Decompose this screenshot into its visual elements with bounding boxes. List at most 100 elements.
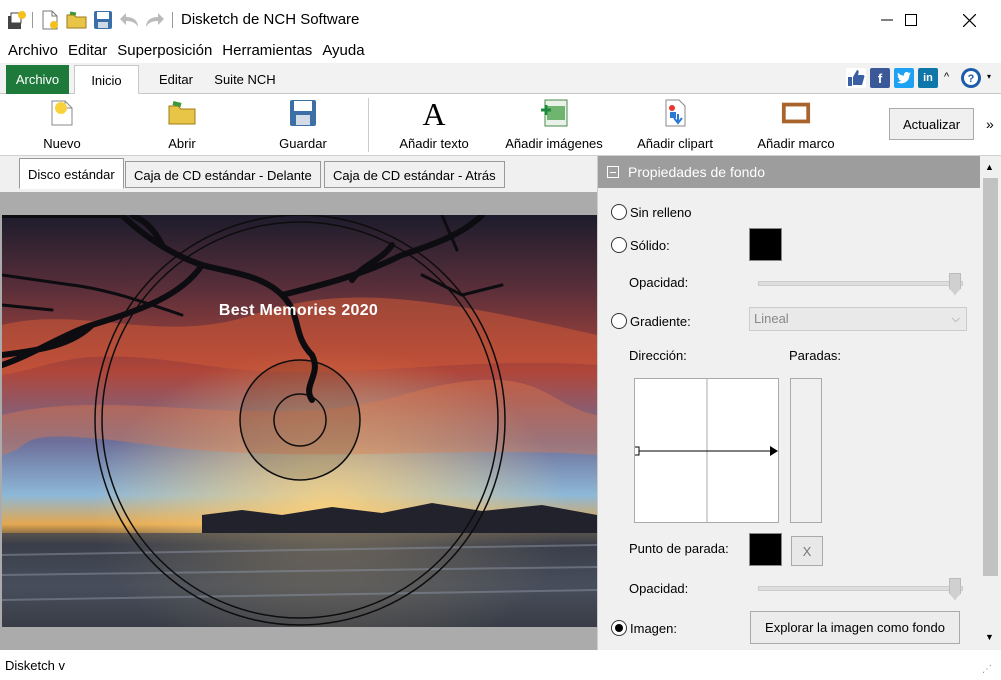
collapse-icon[interactable] <box>607 166 619 178</box>
menu-edit[interactable]: Editar <box>68 40 107 62</box>
add-text-label: Añadir texto <box>399 136 469 151</box>
scroll-up-icon[interactable]: ▲ <box>985 162 994 172</box>
tab-edit[interactable]: Editar <box>148 65 204 94</box>
help-icon[interactable]: ? <box>960 67 982 92</box>
tab-standard-disc[interactable]: Disco estándar <box>19 158 124 189</box>
toolbar-separator <box>32 12 33 28</box>
tab-cd-case-back[interactable]: Caja de CD estándar - Atrás <box>324 161 505 188</box>
app-icon[interactable] <box>6 9 28 31</box>
scrollbar-thumb[interactable] <box>983 178 998 576</box>
title-separator <box>172 12 173 28</box>
tab-cd-case-front[interactable]: Caja de CD estándar - Delante <box>125 161 321 188</box>
new-document-icon <box>47 98 77 128</box>
status-bar: Disketch v ⋰ <box>0 650 1001 680</box>
background-photo <box>2 215 597 627</box>
add-clipart-label: Añadir clipart <box>637 136 713 151</box>
opacity-slider[interactable] <box>758 281 963 286</box>
open-button[interactable]: Abrir <box>160 98 204 154</box>
menu-bar: Archivo Editar Superposición Herramienta… <box>0 40 1001 62</box>
collapse-ribbon-icon[interactable]: ^ <box>944 71 949 83</box>
save-icon[interactable] <box>92 9 114 31</box>
tab-suite-nch[interactable]: Suite NCH <box>210 65 280 94</box>
ribbon-more-button[interactable]: » <box>986 116 994 132</box>
opacity-slider-thumb[interactable] <box>949 273 961 295</box>
design-canvas[interactable] <box>0 192 597 650</box>
menu-tools[interactable]: Herramientas <box>222 40 312 62</box>
solid-color-swatch[interactable] <box>749 228 782 261</box>
ribbon: Nuevo Abrir Guardar A Añadir texto Añadi <box>0 94 1001 156</box>
gradient-label: Gradiente: <box>630 314 691 329</box>
menu-file[interactable]: Archivo <box>8 40 58 62</box>
no-fill-label: Sin relleno <box>630 205 692 220</box>
open-folder-icon <box>167 98 197 128</box>
stop-opacity-slider-thumb[interactable] <box>949 578 961 600</box>
save-button[interactable]: Guardar <box>276 98 330 154</box>
ribbon-tab-row: Archivo Inicio Editar Suite NCH f in ^ ?… <box>0 63 1001 95</box>
stops-bar[interactable] <box>790 378 822 523</box>
new-button[interactable]: Nuevo <box>40 98 84 154</box>
resize-grip-icon[interactable]: ⋰ <box>982 664 994 676</box>
panel-header: Propiedades de fondo <box>598 156 981 188</box>
properties-panel: Propiedades de fondo Sin relleno Sólido:… <box>597 156 981 650</box>
frame-icon <box>781 98 811 128</box>
add-frame-button[interactable]: Añadir marco <box>754 98 838 154</box>
stops-label: Paradas: <box>789 348 842 363</box>
update-button[interactable]: Actualizar <box>889 108 974 140</box>
stop-color-swatch[interactable] <box>749 533 782 566</box>
linkedin-icon[interactable]: in <box>918 68 938 88</box>
window-title: Disketch de NCH Software <box>181 11 360 28</box>
close-button[interactable] <box>946 0 992 40</box>
direction-editor[interactable] <box>634 378 779 523</box>
add-text-button[interactable]: A Añadir texto <box>396 98 472 154</box>
no-fill-radio[interactable] <box>611 204 627 220</box>
new-file-icon[interactable] <box>39 9 61 31</box>
remove-stop-button[interactable]: X <box>791 536 823 566</box>
floppy-disk-icon <box>288 98 318 128</box>
gradient-type-select[interactable]: Lineal ⌵ <box>749 307 967 331</box>
help-dropdown-icon[interactable]: ▾ <box>987 72 991 81</box>
solid-label: Sólido: <box>630 238 670 253</box>
save-label: Guardar <box>279 136 327 151</box>
twitter-icon[interactable] <box>894 68 914 88</box>
panel-scrollbar[interactable]: ▲ ▼ <box>980 156 1001 650</box>
direction-label: Dirección: <box>629 348 687 363</box>
menu-help[interactable]: Ayuda <box>322 40 364 62</box>
opacity-label-2: Opacidad: <box>629 581 689 596</box>
svg-text:?: ? <box>968 73 975 85</box>
add-clipart-button[interactable]: Añadir clipart <box>634 98 716 154</box>
image-radio[interactable] <box>611 620 627 636</box>
scroll-down-icon[interactable]: ▼ <box>985 632 994 642</box>
tab-file[interactable]: Archivo <box>6 65 69 94</box>
maximize-button[interactable] <box>888 0 934 40</box>
menu-overlay[interactable]: Superposición <box>117 40 212 62</box>
disc-title-text[interactable]: Best Memories 2020 <box>0 302 597 320</box>
app-window: Disketch de NCH Software Archivo Editar … <box>0 0 1001 680</box>
clipart-icon <box>660 98 690 128</box>
opacity-label: Opacidad: <box>629 275 689 290</box>
document-tab-strip: Disco estándar Caja de CD estándar - Del… <box>0 156 597 192</box>
open-folder-icon[interactable] <box>65 9 89 31</box>
image-label: Imagen: <box>630 621 677 636</box>
add-images-button[interactable]: Añadir imágenes <box>504 98 604 154</box>
solid-radio[interactable] <box>611 237 627 253</box>
undo-icon[interactable] <box>117 9 141 31</box>
stop-opacity-slider[interactable] <box>758 586 963 591</box>
title-bar: Disketch de NCH Software <box>0 0 1001 40</box>
gradient-type-value: Lineal <box>754 311 789 326</box>
new-label: Nuevo <box>43 136 81 151</box>
stop-point-label: Punto de parada: <box>629 541 729 556</box>
add-frame-label: Añadir marco <box>757 136 835 151</box>
chevron-down-icon: ⌵ <box>951 313 960 325</box>
svg-text:A: A <box>422 98 445 128</box>
tab-home[interactable]: Inicio <box>74 65 139 95</box>
add-images-label: Añadir imágenes <box>505 136 603 151</box>
like-icon[interactable] <box>846 68 866 88</box>
gradient-radio[interactable] <box>611 313 627 329</box>
ribbon-separator <box>368 98 369 152</box>
browse-background-image-button[interactable]: Explorar la imagen como fondo <box>750 611 960 644</box>
redo-icon[interactable] <box>143 9 167 31</box>
image-icon <box>539 98 569 128</box>
facebook-icon[interactable]: f <box>870 68 890 88</box>
status-text: Disketch v <box>5 658 65 673</box>
open-label: Abrir <box>168 136 196 151</box>
